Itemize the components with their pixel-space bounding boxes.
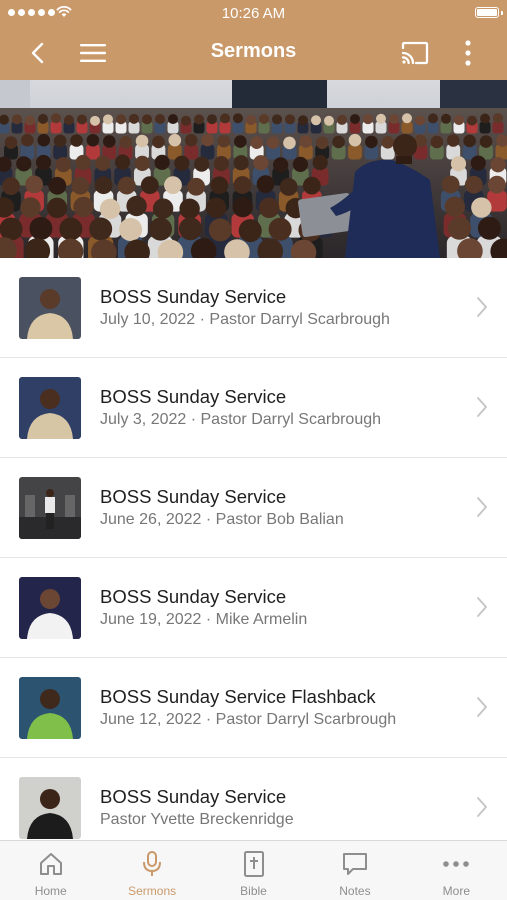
cast-button[interactable] bbox=[396, 26, 434, 80]
tab-bar: Home Sermons Bible Notes More bbox=[0, 840, 507, 900]
sermon-row[interactable]: BOSS Sunday Service July 3, 2022 · Pastor… bbox=[0, 358, 507, 458]
chevron-right-icon bbox=[477, 697, 487, 717]
sermon-thumbnail bbox=[19, 677, 81, 739]
battery-icon bbox=[475, 7, 499, 18]
tab-bible[interactable]: Bible bbox=[203, 841, 304, 900]
sermon-thumbnail bbox=[19, 377, 81, 439]
tab-label: Bible bbox=[240, 884, 267, 898]
vertical-ellipsis-icon bbox=[465, 40, 471, 66]
tab-sermons[interactable]: Sermons bbox=[101, 841, 202, 900]
sermon-row[interactable]: BOSS Sunday Service Flashback June 12, 20… bbox=[0, 658, 507, 758]
sermon-title: BOSS Sunday Service bbox=[100, 786, 287, 807]
tab-home[interactable]: Home bbox=[0, 841, 101, 900]
sermon-subtitle: Pastor Yvette Breckenridge bbox=[100, 811, 294, 828]
sermon-subtitle: July 10, 2022 · Pastor Darryl Scarbrough bbox=[100, 311, 390, 328]
status-bar: 10:26 AM bbox=[0, 0, 507, 26]
tab-more[interactable]: More bbox=[406, 841, 507, 900]
sermon-title: BOSS Sunday Service bbox=[100, 586, 287, 607]
sermon-row[interactable]: BOSS Sunday Service June 19, 2022 · Mike … bbox=[0, 558, 507, 658]
sermon-row[interactable]: BOSS Sunday Service June 26, 2022 · Pasto… bbox=[0, 458, 507, 558]
chevron-right-icon bbox=[477, 297, 487, 317]
chevron-right-icon bbox=[477, 397, 487, 417]
microphone-icon bbox=[137, 850, 167, 878]
sermon-title: BOSS Sunday Service bbox=[100, 286, 287, 307]
hero-banner bbox=[0, 80, 507, 258]
tab-notes[interactable]: Notes bbox=[304, 841, 405, 900]
sermon-title: BOSS Sunday Service bbox=[100, 486, 287, 507]
more-dots-icon bbox=[441, 850, 471, 878]
sermon-subtitle: June 12, 2022 · Pastor Darryl Scarbrough bbox=[100, 711, 397, 728]
tab-label: Sermons bbox=[128, 884, 177, 898]
sermon-thumbnail bbox=[19, 277, 81, 339]
chevron-right-icon bbox=[477, 597, 487, 617]
sermon-title: BOSS Sunday Service Flashback bbox=[100, 686, 376, 707]
cast-icon bbox=[401, 41, 429, 65]
sermon-subtitle: June 26, 2022 · Pastor Bob Balian bbox=[100, 511, 344, 528]
sermon-row[interactable]: BOSS Sunday Service July 10, 2022 · Pasto… bbox=[0, 258, 507, 358]
tab-label: Home bbox=[34, 884, 67, 898]
tab-label: Notes bbox=[339, 884, 371, 898]
chevron-right-icon bbox=[477, 797, 487, 817]
congregation-photo bbox=[0, 80, 507, 258]
sermon-thumbnail bbox=[19, 577, 81, 639]
home-icon bbox=[36, 850, 66, 878]
sermon-thumbnail bbox=[19, 777, 81, 839]
status-time: 10:26 AM bbox=[221, 5, 286, 22]
chevron-right-icon bbox=[477, 497, 487, 517]
sermon-list: BOSS Sunday Service July 10, 2022 · Pasto… bbox=[0, 258, 507, 858]
sermon-subtitle: June 19, 2022 · Mike Armelin bbox=[100, 611, 308, 628]
sermon-thumbnail bbox=[19, 477, 81, 539]
more-options-button[interactable] bbox=[454, 26, 482, 80]
speech-bubble-icon bbox=[340, 850, 370, 878]
sermon-title: BOSS Sunday Service bbox=[100, 386, 287, 407]
navigation-bar: Sermons bbox=[0, 26, 507, 80]
tab-label: More bbox=[442, 884, 470, 898]
bible-icon bbox=[239, 850, 269, 878]
sermon-subtitle: July 3, 2022 · Pastor Darryl Scarbrough bbox=[100, 411, 382, 428]
